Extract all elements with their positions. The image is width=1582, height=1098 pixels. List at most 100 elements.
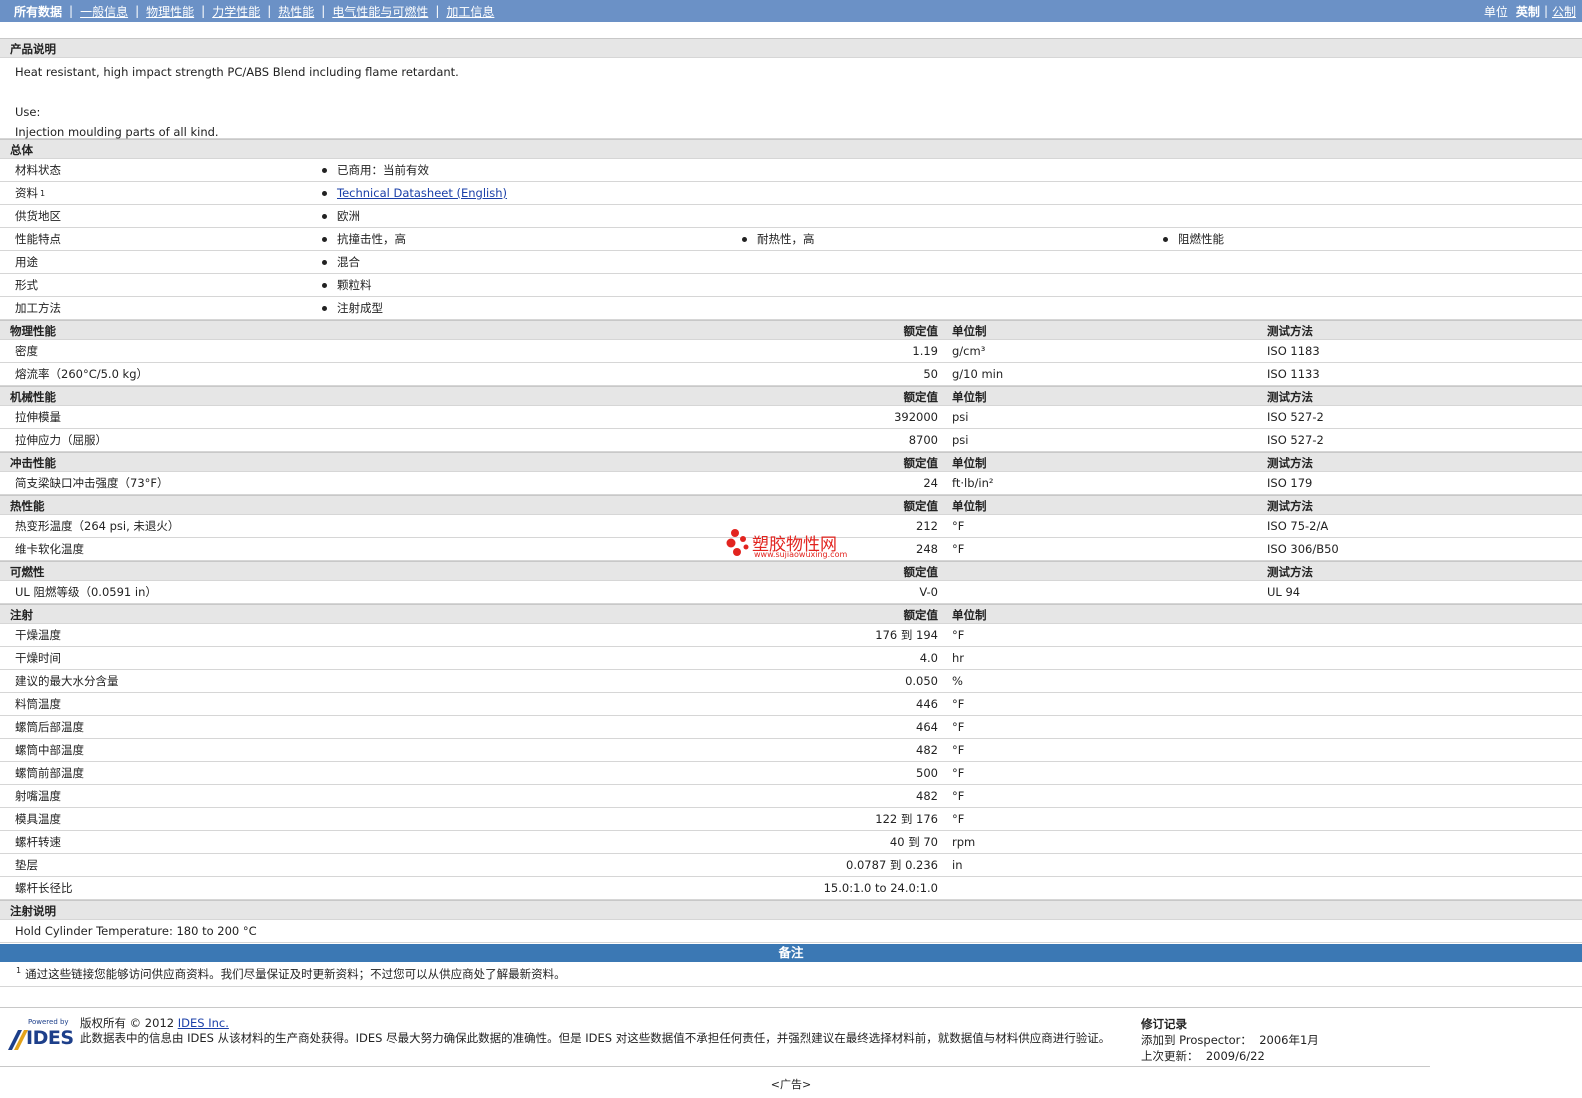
notes-header: 备注	[0, 944, 1582, 962]
bullet-item: 欧洲	[322, 205, 360, 227]
row-method: ISO 179	[1267, 476, 1313, 490]
col-header-value: 额定值	[903, 499, 939, 513]
row-label: 模具温度	[15, 812, 61, 826]
table-row: 加工方法 注射成型	[0, 297, 1582, 320]
row-value: 0.0787 到 0.236	[846, 858, 938, 872]
row-value: 1.19	[912, 344, 938, 358]
table-row: 材料状态 已商用：当前有效	[0, 159, 1582, 182]
row-unit: °F	[952, 697, 965, 711]
footnote: 1 通过这些链接您能够访问供应商资料。我们尽量保证及时更新资料；不过您可以从供应商…	[14, 966, 566, 982]
nav-separator: |	[267, 4, 272, 18]
nav-thermal[interactable]: 热性能	[278, 3, 314, 20]
row-method: ISO 527-2	[1267, 410, 1324, 424]
nav-electrical-flammability[interactable]: 电气性能与可燃性	[332, 3, 428, 20]
row-label: 热变形温度（264 psi, 未退火）	[15, 519, 180, 533]
row-unit: °F	[952, 628, 965, 642]
ides-logo[interactable]: Powered by IDES	[8, 1018, 74, 1056]
nav-processing[interactable]: 加工信息	[446, 3, 494, 20]
nav-general-info[interactable]: 一般信息	[80, 3, 128, 20]
row-label: 干燥时间	[15, 651, 61, 665]
revision-history: 修订记录 添加到 Prospector： 2006年1月 上次更新： 2009/…	[1141, 1016, 1319, 1064]
nav-separator: |	[135, 4, 140, 18]
section-header-impact: 冲击性能 额定值 单位制 测试方法	[0, 452, 1582, 472]
row-unit: psi	[952, 433, 969, 447]
row-value: 482	[916, 789, 938, 803]
section-title: 总体	[10, 143, 33, 157]
col-header-unit: 单位制	[952, 324, 987, 338]
unit-switcher: 单位 英制 | 公制	[1484, 0, 1576, 22]
table-row: 螺杆长径比 15.0:1.0 to 24.0:1.0	[0, 877, 1582, 900]
nav-all-data[interactable]: 所有数据	[14, 3, 62, 20]
bullet-icon	[322, 213, 327, 219]
units-label: 单位	[1483, 4, 1508, 19]
bullet-item: 耐热性，高	[742, 228, 815, 250]
row-label: 密度	[15, 344, 38, 358]
row-unit: rpm	[952, 835, 976, 849]
table-row: 螺杆转速 40 到 70 rpm	[0, 831, 1582, 854]
col-header-value: 额定值	[903, 324, 939, 338]
table-row: 干燥时间 4.0 hr	[0, 647, 1582, 670]
revision-header: 修订记录	[1141, 1017, 1187, 1031]
bullet-item: 颗粒料	[322, 274, 372, 296]
nav-separator: |	[201, 4, 206, 18]
divider	[0, 986, 1582, 987]
table-row: 射嘴温度 482 °F	[0, 785, 1582, 808]
row-unit: °F	[952, 743, 965, 757]
row-label: 维卡软化温度	[15, 542, 84, 556]
row-label: 加工方法	[15, 301, 61, 315]
col-header-method: 测试方法	[1267, 390, 1313, 404]
section-title: 注射说明	[10, 904, 56, 918]
row-unit: °F	[952, 542, 965, 556]
row-unit: ft·lb/in²	[952, 476, 994, 490]
nav-separator: |	[435, 4, 440, 18]
disclaimer-text: 此数据表中的信息由 IDES 从该材料的生产商处获得。IDES 尽最大努力确保此…	[80, 1031, 1111, 1045]
col-header-method: 测试方法	[1267, 499, 1313, 513]
row-value: 446	[916, 697, 938, 711]
revision-added: 添加到 Prospector： 2006年1月	[1141, 1033, 1319, 1047]
table-row: 供货地区 欧洲	[0, 205, 1582, 228]
nav-physical[interactable]: 物理性能	[146, 3, 194, 20]
table-row: 性能特点 抗撞击性，高 耐热性，高 阻燃性能	[0, 228, 1582, 251]
row-value: 500	[916, 766, 938, 780]
section-title: 冲击性能	[10, 456, 56, 470]
injection-note-text: Hold Cylinder Temperature: 180 to 200 °C	[15, 924, 257, 938]
technical-datasheet-link[interactable]: Technical Datasheet (English)	[337, 186, 507, 200]
row-label: 螺筒中部温度	[15, 743, 84, 757]
row-label: 简支梁缺口冲击强度（73°F）	[15, 476, 169, 490]
row-method: ISO 1183	[1267, 344, 1320, 358]
col-header-method: 测试方法	[1267, 456, 1313, 470]
row-label: 拉伸应力（屈服）	[15, 433, 107, 447]
row-label: 供货地区	[15, 209, 61, 223]
row-method: ISO 306/B50	[1267, 542, 1339, 556]
bullet-item: 注射成型	[322, 297, 383, 319]
row-method: UL 94	[1267, 585, 1301, 599]
section-header-general: 总体	[0, 139, 1582, 159]
row-label: 螺杆转速	[15, 835, 61, 849]
row-value: 212	[916, 519, 938, 533]
watermark-url: www.sujiaowuxing.com	[754, 550, 848, 559]
row-method: ISO 527-2	[1267, 433, 1324, 447]
section-title: 产品说明	[10, 42, 56, 56]
section-title: 可燃性	[10, 565, 45, 579]
table-row: 建议的最大水分含量 0.050 %	[0, 670, 1582, 693]
row-label: UL 阻燃等级（0.0591 in）	[15, 585, 157, 599]
footer: Powered by IDES 版权所有 © 2012 IDES Inc. 此数…	[8, 1016, 1428, 1064]
bullet-item: 混合	[322, 251, 360, 273]
top-nav-bar: 所有数据 | 一般信息 | 物理性能 | 力学性能 | 热性能 | 电气性能与可燃性 | 加…	[0, 0, 1582, 22]
row-value: 8700	[908, 433, 938, 447]
row-label: 建议的最大水分含量	[15, 674, 119, 688]
nav-mechanical[interactable]: 力学性能	[212, 3, 260, 20]
row-label: 熔流率（260°C/5.0 kg）	[15, 367, 149, 381]
row-value: 0.050	[905, 674, 938, 688]
row-value: 40 到 70	[889, 835, 938, 849]
bullet-item: 抗撞击性，高	[322, 228, 406, 250]
ides-link[interactable]: IDES Inc.	[178, 1016, 229, 1030]
bullet-icon	[1163, 236, 1168, 242]
footnote-text: 通过这些链接您能够访问供应商资料。我们尽量保证及时更新资料；不过您可以从供应商处…	[25, 967, 566, 981]
units-metric-link[interactable]: 公制	[1552, 3, 1576, 20]
bullet-icon	[322, 236, 327, 242]
section-title: 注射	[10, 608, 33, 622]
table-row: 用途 混合	[0, 251, 1582, 274]
ad-placeholder: <广告>	[770, 1078, 812, 1091]
table-row: UL 阻燃等级（0.0591 in） V-0 UL 94	[0, 581, 1582, 604]
